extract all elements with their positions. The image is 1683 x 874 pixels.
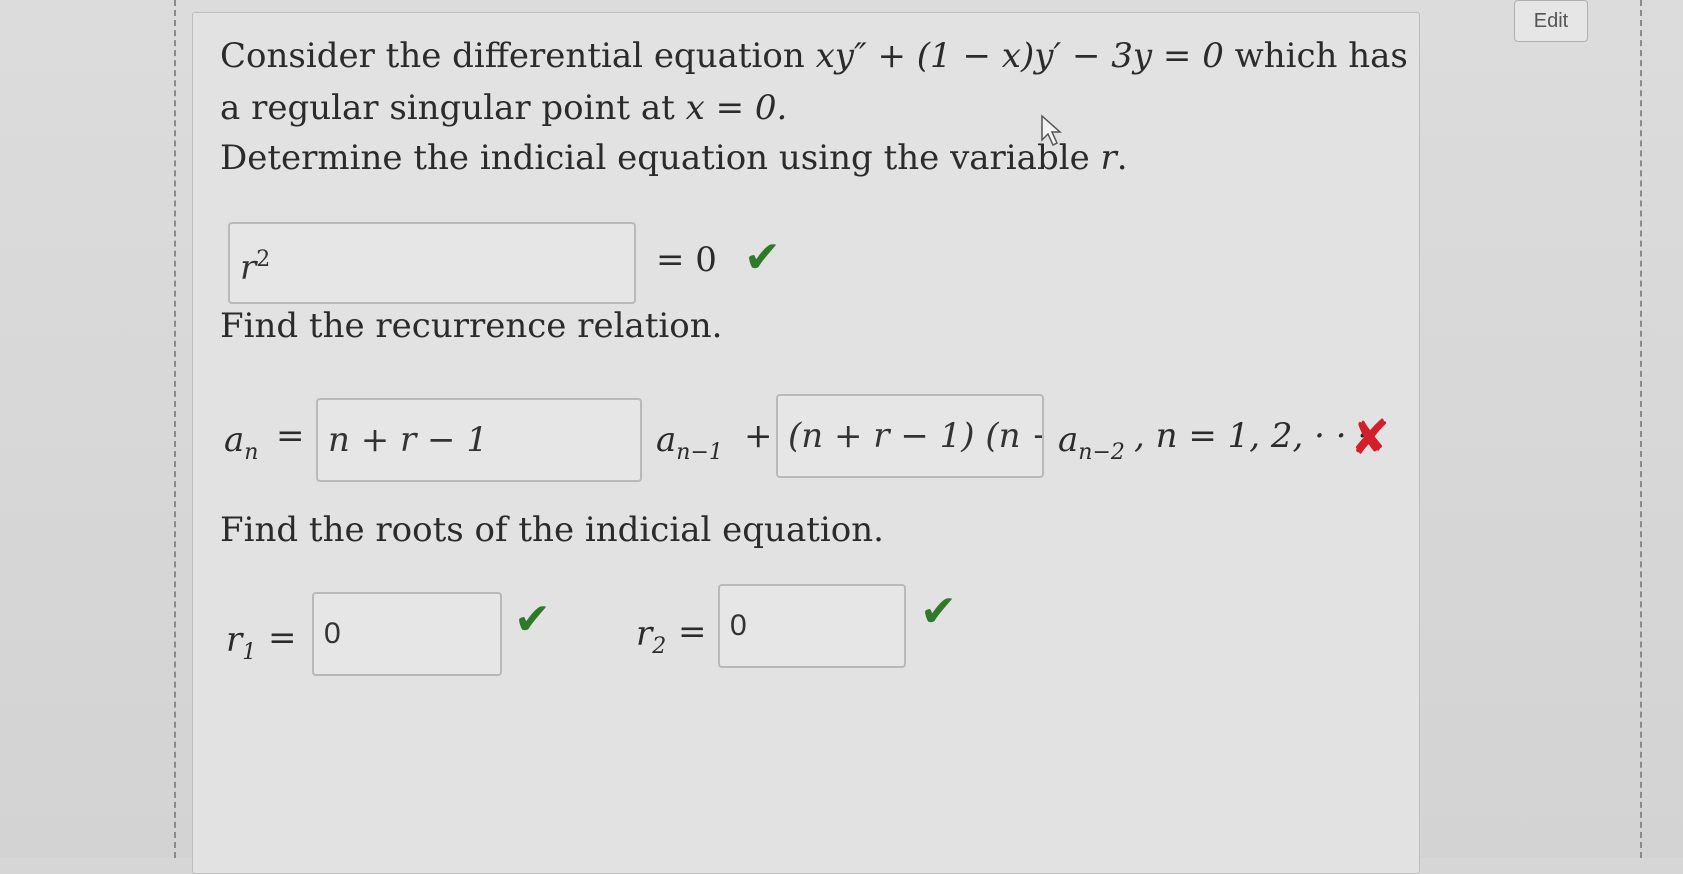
recurrence-plus: + — [744, 416, 773, 456]
root-1-label-base: r — [226, 620, 243, 660]
recurrence-term-2: an−2 — [1058, 420, 1125, 465]
singular-point: x = 0. — [685, 88, 788, 128]
recurrence-coefficient-2-input[interactable]: (n + r − 1) (n + — [776, 394, 1044, 478]
recurrence-term-1: an−1 — [656, 420, 723, 465]
indicial-input-base: r — [240, 248, 257, 288]
left-dashed-border — [174, 0, 176, 858]
recurrence-range: , n = 1, 2, · · · — [1134, 416, 1369, 456]
indicial-rhs: = 0 — [656, 240, 717, 280]
recurrence-lhs-base: a — [224, 420, 245, 460]
recurrence-cross-icon: ✘ — [1350, 410, 1391, 466]
root-2-input[interactable]: 0 — [718, 584, 906, 668]
root-1-input[interactable]: 0 — [312, 592, 502, 676]
root-1-label: r1 — [226, 620, 256, 665]
recurrence-term-1-sub: n−1 — [676, 439, 723, 465]
indicial-variable: r — [1100, 138, 1117, 178]
roots-heading: Find the roots of the indicial equation. — [220, 510, 884, 550]
edit-button[interactable]: Edit — [1514, 0, 1588, 42]
root-1-equals: = — [268, 618, 297, 658]
question-line-1-suffix: which has — [1223, 36, 1408, 76]
question-line-3-suffix: . — [1116, 138, 1128, 178]
root-2-equals: = — [678, 612, 707, 652]
differential-equation: xy″ + (1 − x)y′ − 3y = 0 — [815, 36, 1224, 76]
indicial-check-icon: ✔ — [744, 232, 781, 283]
mouse-cursor-icon — [1041, 114, 1062, 147]
root-1-check-icon: ✔ — [514, 594, 551, 645]
recurrence-lhs: an — [224, 420, 258, 465]
recurrence-heading: Find the recurrence relation. — [220, 306, 723, 346]
recurrence-lhs-sub: n — [244, 439, 259, 465]
indicial-input-exponent: 2 — [256, 247, 271, 272]
right-dashed-border — [1640, 0, 1642, 858]
recurrence-term-1-base: a — [656, 420, 677, 460]
question-line-2-prefix: a regular singular point at — [220, 88, 686, 128]
question-line-3: Determine the indicial equation using th… — [220, 138, 1128, 178]
question-line-2: a regular singular point at x = 0. — [220, 88, 787, 128]
recurrence-equals: = — [276, 416, 305, 456]
recurrence-term-2-base: a — [1058, 420, 1079, 460]
root-2-label: r2 — [636, 614, 666, 659]
root-2-check-icon: ✔ — [920, 586, 957, 637]
recurrence-coefficient-1-input[interactable]: n + r − 1 — [316, 398, 642, 482]
recurrence-term-2-sub: n−2 — [1078, 439, 1125, 465]
root-1-label-sub: 1 — [242, 639, 257, 665]
root-2-label-base: r — [636, 614, 653, 654]
root-2-label-sub: 2 — [652, 633, 667, 659]
question-line-3-prefix: Determine the indicial equation using th… — [220, 138, 1101, 178]
question-line-1-prefix: Consider the differential equation — [220, 36, 816, 76]
indicial-equation-input[interactable]: r2 — [228, 222, 636, 304]
question-line-1: Consider the differential equation xy″ +… — [220, 36, 1408, 76]
